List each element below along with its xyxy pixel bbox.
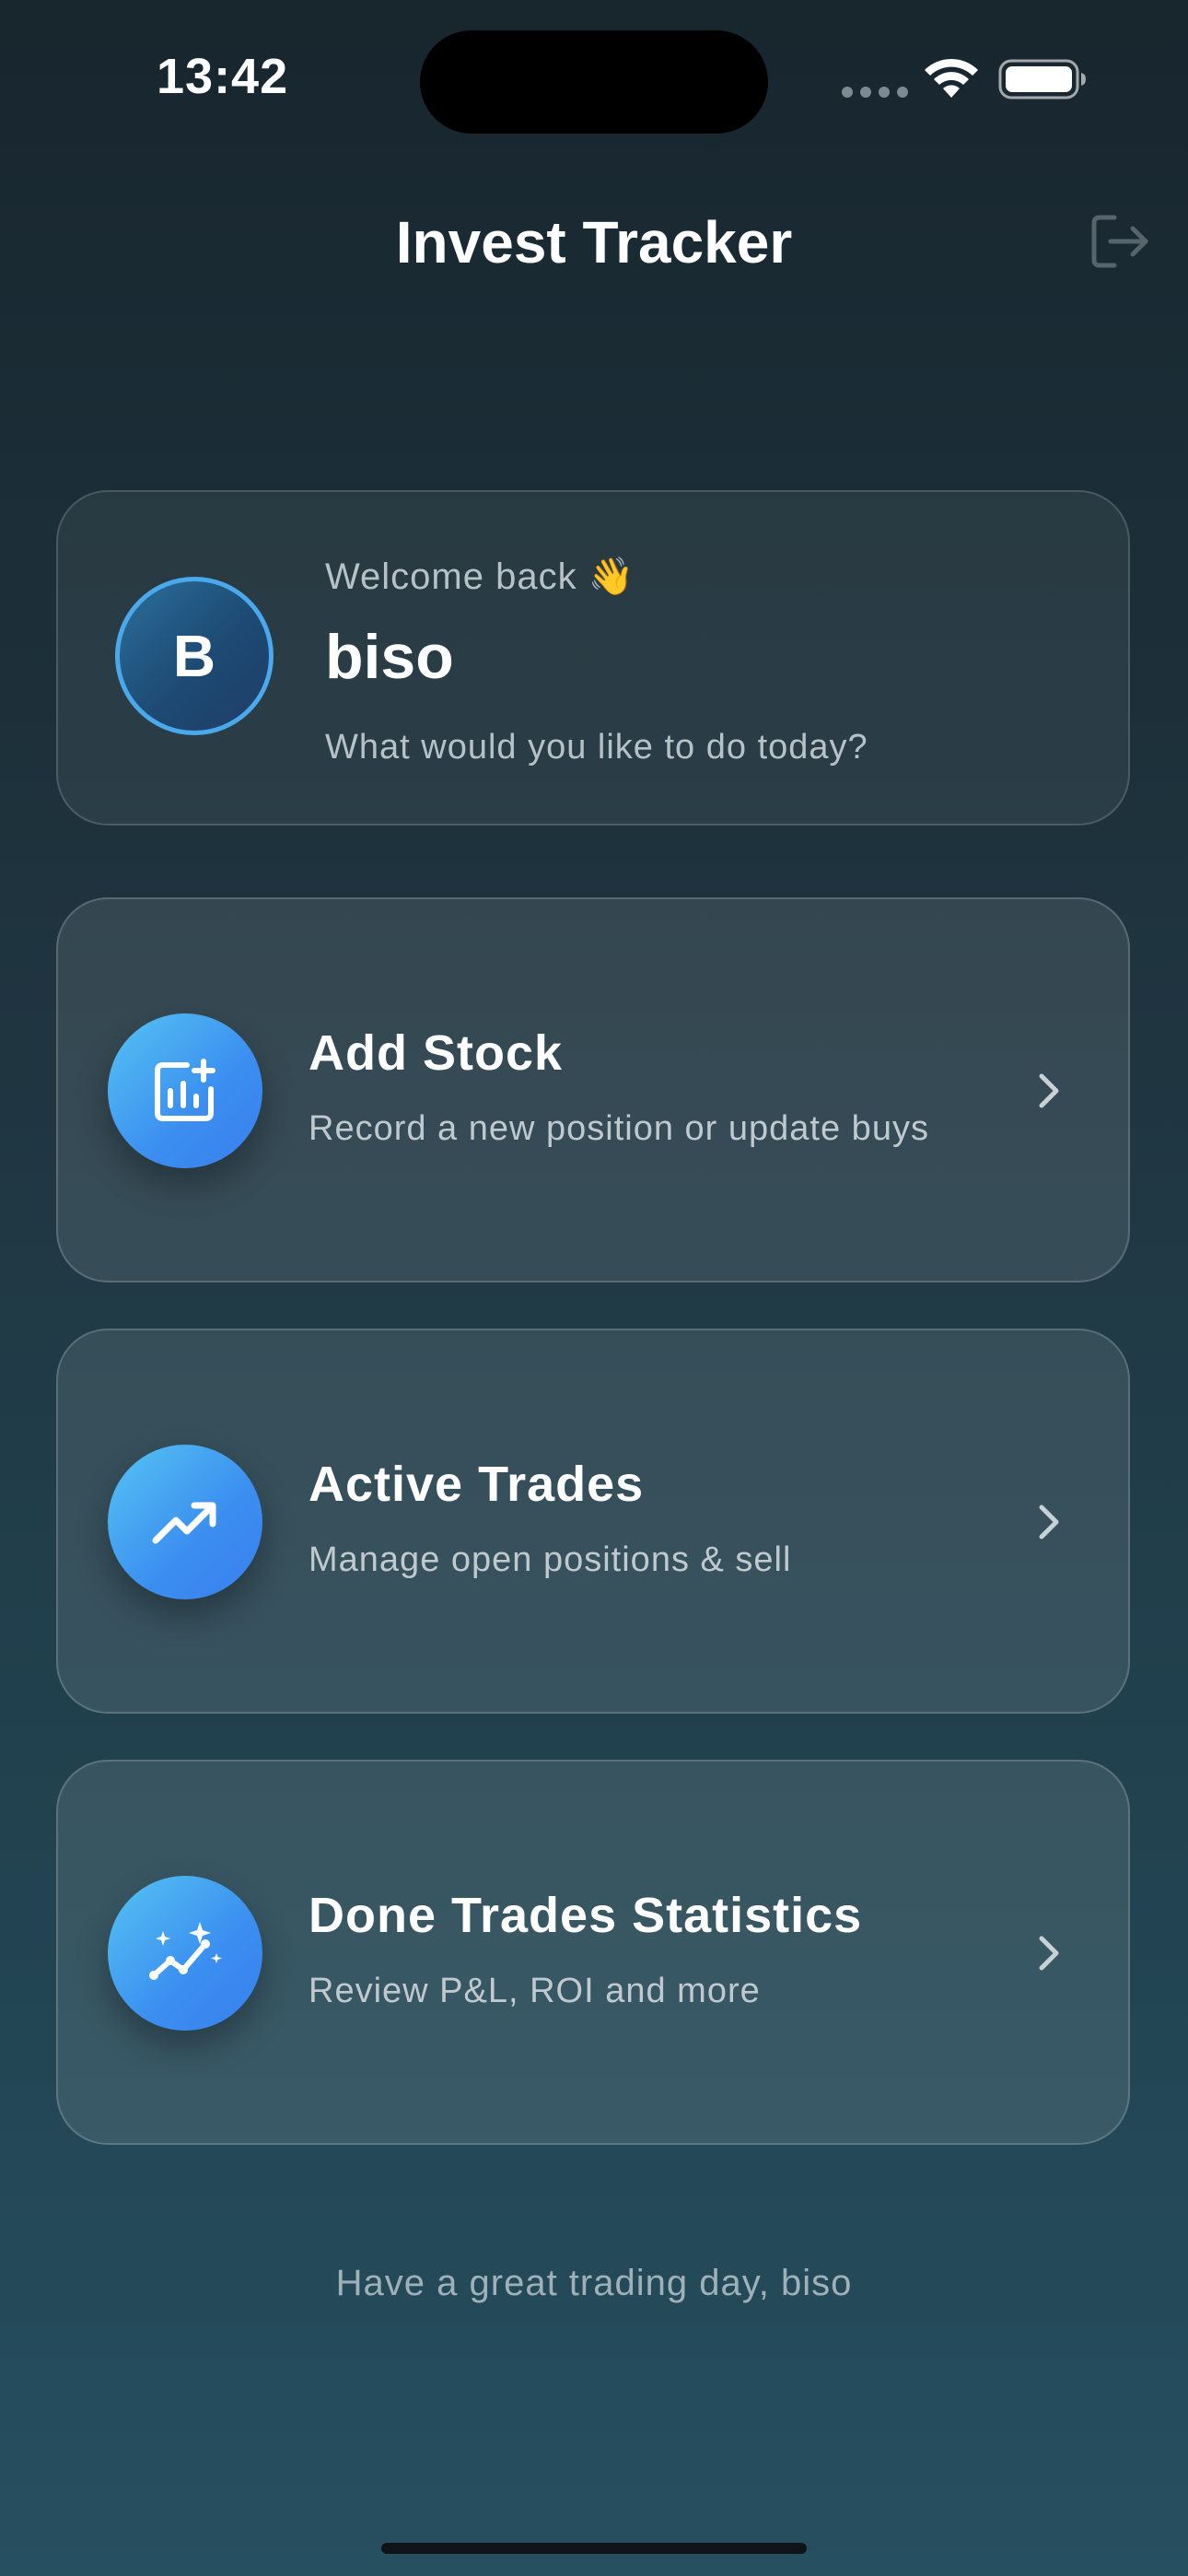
welcome-card: B Welcome back 👋 biso What would you lik… (56, 490, 1130, 825)
status-time: 13:42 (157, 49, 289, 104)
logout-icon[interactable] (1089, 212, 1151, 271)
sparkle-chart-icon (108, 1876, 262, 2031)
active-trades-card[interactable]: Active Trades Manage open positions & se… (56, 1329, 1130, 1714)
add-stock-subtitle: Record a new position or update buys (309, 1109, 929, 1148)
avatar: B (115, 577, 274, 735)
welcome-subtitle: What would you like to do today? (325, 728, 868, 767)
active-trades-subtitle: Manage open positions & sell (309, 1540, 792, 1579)
active-trades-title: Active Trades (309, 1457, 645, 1512)
trending-up-icon (108, 1445, 262, 1599)
page-title: Invest Tracker (395, 209, 793, 275)
done-trades-subtitle: Review P&L, ROI and more (309, 1972, 761, 2010)
dynamic-island (420, 30, 768, 134)
app-header: Invest Tracker (0, 203, 1188, 286)
wifi-icon (925, 58, 978, 98)
chevron-right-icon (1039, 1936, 1059, 1971)
add-stock-title: Add Stock (309, 1025, 564, 1081)
home-indicator[interactable] (381, 2543, 807, 2554)
chevron-right-icon (1039, 1505, 1059, 1540)
battery-icon (998, 59, 1086, 100)
done-trades-title: Done Trades Statistics (309, 1888, 863, 1943)
add-stock-card[interactable]: Add Stock Record a new position or updat… (56, 897, 1130, 1282)
username: biso (325, 622, 454, 692)
cellular-signal-icon (842, 87, 908, 98)
chevron-right-icon (1039, 1073, 1059, 1108)
done-trades-statistics-card[interactable]: Done Trades Statistics Review P&L, ROI a… (56, 1760, 1130, 2145)
add-chart-icon (108, 1013, 262, 1168)
footer-message: Have a great trading day, biso (335, 2263, 853, 2303)
welcome-greeting: Welcome back 👋 (325, 556, 635, 597)
status-bar: 13:42 (0, 0, 1188, 157)
